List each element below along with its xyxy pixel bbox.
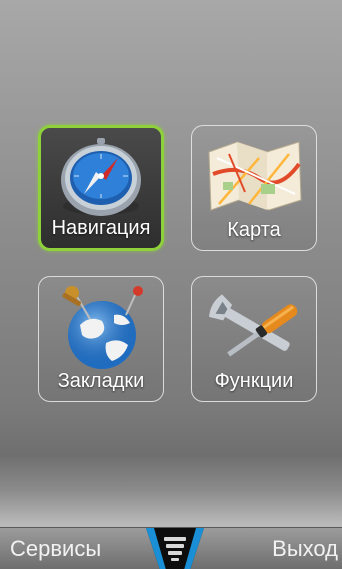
menu-icon	[146, 528, 204, 569]
menu-item-label: Карта	[227, 219, 281, 241]
menu-item-navigation[interactable]: Навигация	[38, 125, 164, 251]
menu-item-label: Функции	[214, 370, 294, 392]
softkey-exit[interactable]: Выход	[272, 536, 338, 562]
menu-item-label: Закладки	[57, 370, 145, 392]
menu-item-label: Навигация	[51, 217, 151, 239]
screen: Навигация Карта Закладки Функции Сервисы…	[0, 0, 342, 569]
softkey-services[interactable]: Сервисы	[10, 536, 101, 562]
menu-button[interactable]	[144, 528, 206, 569]
menu-item-functions[interactable]: Функции	[191, 276, 317, 402]
globe-pins-icon	[62, 286, 143, 369]
softkey-bar: Сервисы Выход	[0, 527, 342, 569]
menu-item-bookmarks[interactable]: Закладки	[38, 276, 164, 402]
tools-icon	[209, 294, 298, 357]
compass-icon	[61, 138, 141, 216]
map-icon	[208, 141, 302, 211]
main-menu-grid: Навигация Карта Закладки Функции	[0, 0, 342, 569]
menu-item-map[interactable]: Карта	[191, 125, 317, 251]
